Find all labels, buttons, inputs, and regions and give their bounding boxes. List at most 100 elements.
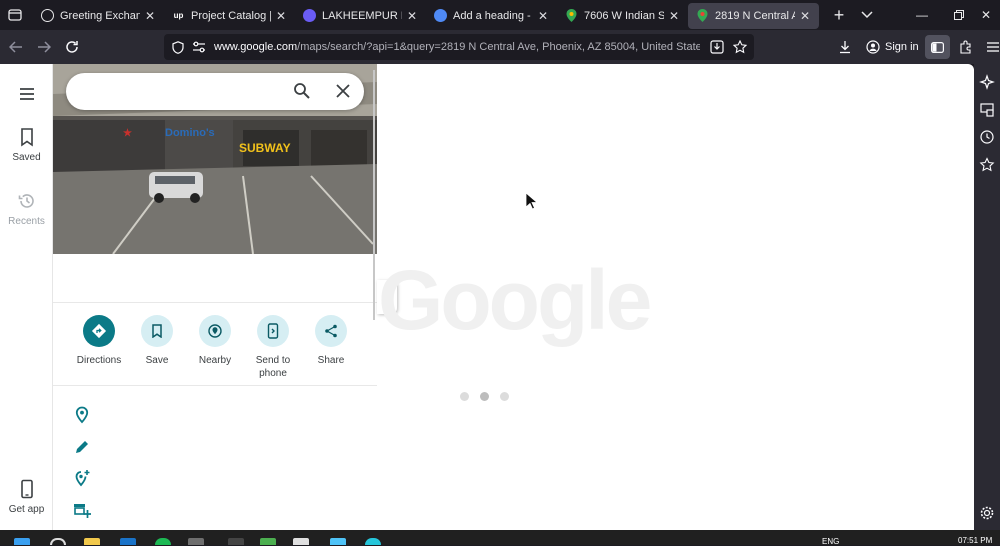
minimize-button[interactable]: — <box>904 0 940 30</box>
globe-icon <box>41 9 54 22</box>
tab-close-icon[interactable]: ✕ <box>144 9 156 23</box>
add-business-icon[interactable] <box>73 501 91 519</box>
reload-icon <box>66 41 78 53</box>
settings-gear-icon[interactable] <box>979 505 995 521</box>
recents-button[interactable]: Recents <box>0 191 53 227</box>
synced-tabs-icon[interactable] <box>979 102 995 118</box>
tab-list-button[interactable] <box>855 8 879 22</box>
edit-pencil-icon[interactable] <box>73 438 91 456</box>
loading-dot <box>480 392 489 401</box>
saved-button[interactable]: Saved <box>0 127 53 163</box>
upwork-icon: up <box>172 9 185 22</box>
url-path: /maps/search/?api=1&query=2819 N Central… <box>297 41 700 53</box>
address-bar[interactable]: www.google.com/maps/search/?api=1&query=… <box>164 34 754 60</box>
history-icon <box>18 194 34 208</box>
close-window-button[interactable]: ✕ <box>972 0 1000 30</box>
pinned-app-icon[interactable] <box>260 538 276 545</box>
directions-button[interactable]: Directions <box>70 315 128 367</box>
search-icon[interactable] <box>293 82 311 100</box>
save-button[interactable]: Save <box>128 315 186 367</box>
send-to-phone-label: Send to phone <box>255 355 291 379</box>
send-to-phone-icon <box>257 315 289 347</box>
hamburger-icon <box>19 88 34 100</box>
loading-indicator <box>460 392 509 401</box>
tab-close-icon[interactable]: ✕ <box>668 9 680 23</box>
bookmarks-star-icon[interactable] <box>979 157 995 173</box>
tab-indian-school[interactable]: 7606 W Indian Scho ✕ <box>557 3 688 29</box>
share-button[interactable]: Share <box>302 315 360 367</box>
save-label: Save <box>145 355 169 366</box>
tab-2819-n-central[interactable]: 2819 N Central Ave ✕ <box>688 2 819 29</box>
nearby-icon <box>199 315 231 347</box>
downloads-icon[interactable] <box>838 40 852 54</box>
street-view-photo[interactable]: ★ Domino's SUBWAY <box>53 64 377 254</box>
pinned-app-icon[interactable] <box>365 538 381 545</box>
chevron-down-icon <box>861 11 873 19</box>
tab-close-icon[interactable]: ✕ <box>537 9 549 23</box>
get-app-button[interactable]: Get app <box>0 479 53 515</box>
main-menu-button[interactable] <box>0 84 53 109</box>
bookmark-star-icon[interactable] <box>733 40 747 54</box>
restore-icon <box>954 10 964 20</box>
reload-button[interactable] <box>58 33 86 61</box>
canva-icon <box>303 9 316 22</box>
dominos-sign: Domino's <box>165 127 215 139</box>
directions-label: Directions <box>76 355 122 366</box>
search-box[interactable] <box>66 73 364 110</box>
tab-greeting-exchange[interactable]: Greeting Exchange ✕ <box>33 3 164 29</box>
tab-overview-icon <box>8 9 22 21</box>
edge-icon[interactable] <box>120 538 136 545</box>
search-taskbar-icon[interactable] <box>50 538 66 545</box>
saved-label: Saved <box>12 152 41 163</box>
spotify-icon[interactable] <box>155 538 171 545</box>
canva-icon <box>434 9 447 22</box>
site-permissions-icon[interactable] <box>192 41 206 53</box>
shield-icon[interactable] <box>172 40 184 54</box>
clock-time[interactable]: 07:51 PM <box>958 536 992 545</box>
windows-taskbar: ENG 07:51 PM <box>0 530 1000 546</box>
new-tab-button[interactable]: + <box>827 5 851 26</box>
pinned-app-icon[interactable] <box>228 538 244 545</box>
search-input[interactable] <box>82 82 282 102</box>
loading-dot <box>500 392 509 401</box>
tab-close-icon[interactable]: ✕ <box>406 9 418 23</box>
file-explorer-icon[interactable] <box>84 538 100 545</box>
account-icon <box>866 40 880 54</box>
back-button[interactable] <box>2 33 30 61</box>
location-pin-icon <box>75 406 89 424</box>
nearby-button[interactable]: Nearby <box>186 315 244 367</box>
directions-icon <box>83 315 115 347</box>
sidebar-toggle-button[interactable] <box>925 35 950 59</box>
menu-icon[interactable] <box>987 41 999 53</box>
start-button[interactable] <box>14 538 30 545</box>
sidebar-icon <box>931 41 944 53</box>
browser-sidebar <box>974 64 1000 530</box>
tab-close-icon[interactable]: ✕ <box>275 9 287 23</box>
close-icon[interactable] <box>336 84 350 98</box>
add-place-icon[interactable] <box>73 469 91 487</box>
history-icon[interactable] <box>979 129 995 145</box>
tab-project-catalog[interactable]: up Project Catalog | Up ✕ <box>164 3 295 29</box>
google-maps-icon <box>696 9 709 22</box>
sign-in-button[interactable]: Sign in <box>866 35 919 59</box>
place-details-panel: ★ Domino's SUBWAY Directions Save Nearby… <box>53 64 377 530</box>
forward-button[interactable] <box>30 33 58 61</box>
tab-overview-button[interactable] <box>3 3 27 27</box>
bookmark-icon <box>20 128 33 147</box>
url-text[interactable]: www.google.com/maps/search/?api=1&query=… <box>214 41 700 53</box>
extensions-icon[interactable] <box>959 40 973 54</box>
subway-sign: SUBWAY <box>239 141 291 155</box>
tab-close-icon[interactable]: ✕ <box>799 9 811 23</box>
google-maps-page: Saved Recents Get app ★ Domino's SUBWAY … <box>0 64 974 530</box>
tab-strip: Greeting Exchange ✕ up Project Catalog |… <box>0 0 1000 30</box>
pinned-app-icon[interactable] <box>188 538 204 545</box>
arrow-right-icon <box>38 41 51 53</box>
tab-add-heading[interactable]: Add a heading - 10 ✕ <box>426 3 557 29</box>
send-to-phone-button[interactable]: Send to phone <box>244 315 302 380</box>
tab-lakheempur[interactable]: LAKHEEMPUR KHERI ✕ <box>295 3 426 29</box>
pinned-app-icon[interactable] <box>330 538 346 545</box>
install-app-icon[interactable] <box>710 40 724 54</box>
tab-title: LAKHEEMPUR KHERI <box>322 9 402 22</box>
ai-chatbot-icon[interactable] <box>979 74 995 90</box>
calendar-app-icon[interactable] <box>293 538 309 545</box>
